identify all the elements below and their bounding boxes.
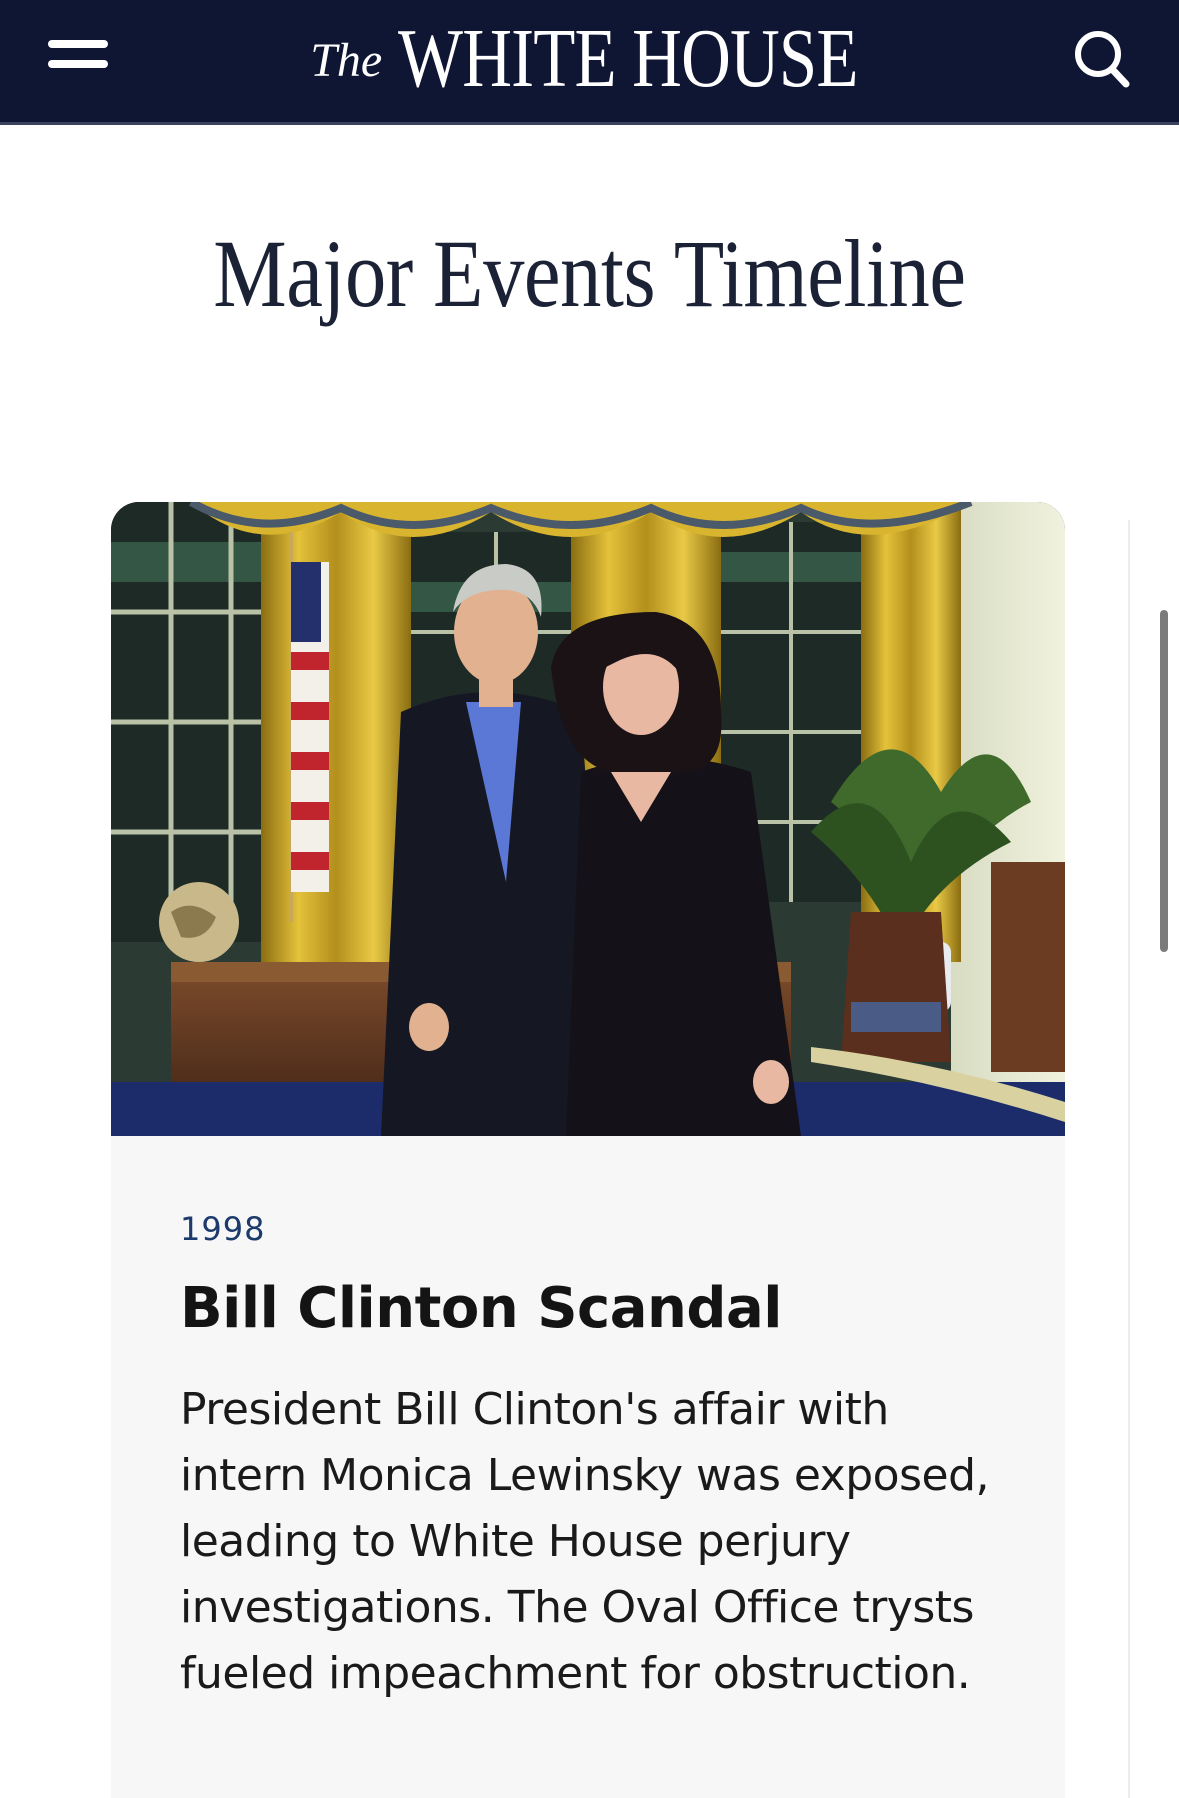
timeline-card[interactable]: 1998 Bill Clinton Scandal President Bill… bbox=[111, 502, 1065, 1798]
search-icon[interactable] bbox=[1060, 22, 1140, 92]
page-title-text: Major Events Timeline bbox=[213, 220, 966, 327]
window-left bbox=[111, 502, 261, 942]
event-title[interactable]: Bill Clinton Scandal bbox=[180, 1276, 1000, 1341]
site-logo[interactable]: The WHITE HOUSE bbox=[0, 10, 1179, 107]
page-title: Major Events Timeline bbox=[0, 218, 1179, 329]
logo-prefix: The bbox=[310, 34, 383, 87]
top-nav-bar: The WHITE HOUSE bbox=[0, 0, 1179, 125]
event-year: 1998 bbox=[180, 1210, 266, 1248]
search-icon-graphic bbox=[1075, 31, 1130, 88]
event-photo bbox=[111, 502, 1065, 1136]
scrollbar-thumb[interactable] bbox=[1160, 610, 1168, 952]
event-description: President Bill Clinton's affair with int… bbox=[180, 1384, 989, 1699]
next-card-edge[interactable] bbox=[1128, 520, 1130, 1798]
card-body: 1998 Bill Clinton Scandal President Bill… bbox=[180, 1210, 1000, 1707]
us-flag bbox=[289, 532, 329, 922]
logo-name: WHITE HOUSE bbox=[398, 12, 858, 105]
